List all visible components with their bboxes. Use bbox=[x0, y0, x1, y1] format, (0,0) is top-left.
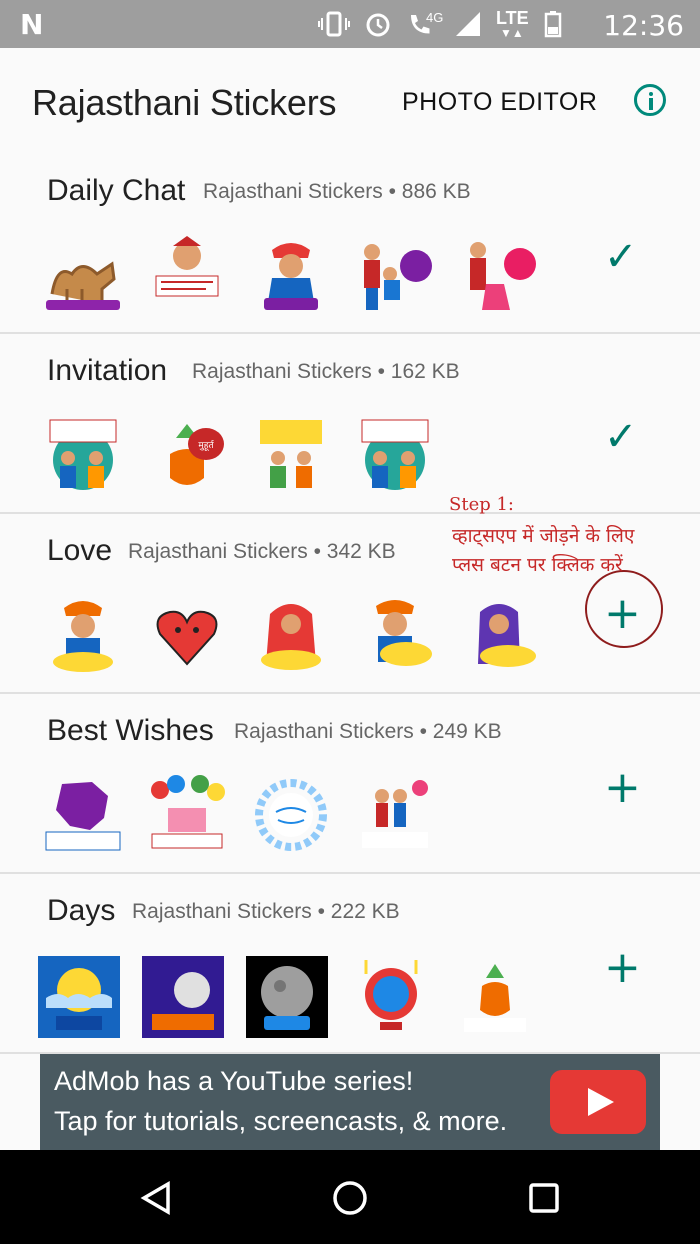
system-nav-bar bbox=[0, 1150, 700, 1244]
added-check-icon: ✓ bbox=[604, 414, 638, 460]
sticker-moon-image bbox=[246, 956, 328, 1038]
pack-name: Love bbox=[47, 534, 113, 567]
photo-editor-button[interactable]: PHOTO EDITOR bbox=[402, 88, 597, 117]
ad-line-2: Tap for tutorials, screencasts, & more. bbox=[54, 1106, 508, 1136]
sticker-invite-couple-2-image bbox=[361, 419, 429, 490]
sticker-rajasthan-map-image bbox=[45, 782, 121, 851]
add-pack-button[interactable]: + bbox=[604, 946, 641, 990]
sticker-happy-birthday-image bbox=[255, 779, 327, 851]
annotation-step-label: Step 1: bbox=[449, 494, 514, 515]
added-check-icon: ✓ bbox=[604, 234, 638, 280]
sticker-heart-image bbox=[156, 610, 218, 666]
lte-icon: LTE ▼▲ bbox=[496, 8, 529, 40]
pack-meta: Rajasthani Stickers • 249 KB bbox=[234, 720, 502, 743]
sticker-pack-love[interactable]: Love Rajasthani Stickers • 342 KB + व्हा… bbox=[0, 514, 700, 694]
annotation-line-1: व्हाट्सएप में जोड़ने के लिए bbox=[452, 525, 635, 547]
pack-name: Days bbox=[47, 894, 116, 927]
annotation-line-2: प्लस बटन पर क्लिक करें bbox=[452, 554, 623, 576]
sticker-ram-ram-image bbox=[264, 243, 318, 310]
alarm-icon bbox=[366, 13, 390, 37]
clock: 12:36 bbox=[603, 9, 684, 42]
home-icon[interactable] bbox=[332, 1180, 368, 1216]
vibrate-icon bbox=[318, 11, 350, 37]
sticker-woman-image bbox=[478, 604, 536, 667]
sticker-invite-seated-image bbox=[260, 420, 322, 488]
pack-meta: Rajasthani Stickers • 222 KB bbox=[132, 900, 400, 923]
sticker-pack-days[interactable]: Days Rajasthani Stickers • 222 KB + bbox=[0, 874, 700, 1054]
sticker-kalash-image: मुहूर्त bbox=[170, 424, 224, 485]
back-icon[interactable] bbox=[138, 1180, 174, 1216]
ad-banner[interactable]: AdMob has a YouTube series! Tap for tuto… bbox=[40, 1054, 660, 1150]
pack-meta: Rajasthani Stickers • 342 KB bbox=[128, 540, 396, 563]
pack-meta: Rajasthani Stickers • 886 KB bbox=[203, 180, 471, 203]
sticker-camel-image bbox=[46, 261, 120, 310]
highlight-circle bbox=[585, 570, 663, 648]
sticker-birthday-cake-image bbox=[151, 775, 225, 849]
sticker-man-turban-image bbox=[53, 601, 113, 672]
network-label: 4G bbox=[426, 10, 444, 25]
pack-name: Best Wishes bbox=[47, 714, 214, 747]
pack-name: Invitation bbox=[47, 354, 168, 387]
sticker-couple-balloons-image bbox=[362, 780, 428, 848]
sticker-labh-pancham-image bbox=[464, 964, 526, 1032]
sticker-thumbnails bbox=[38, 956, 536, 1038]
battery-icon bbox=[544, 11, 562, 38]
sticker-thumbnails bbox=[42, 774, 436, 856]
youtube-play-icon[interactable] bbox=[550, 1070, 646, 1134]
sticker-king-image bbox=[155, 236, 219, 297]
ad-line-1: AdMob has a YouTube series! bbox=[54, 1066, 414, 1096]
sticker-woman-veil-image bbox=[261, 604, 321, 670]
sticker-pack-best-wishes[interactable]: Best Wishes Rajasthani Stickers • 249 KB… bbox=[0, 694, 700, 874]
sticker-pranam-image bbox=[364, 244, 432, 310]
sticker-thumbnails bbox=[42, 234, 540, 316]
sticker-pranam-woman-image bbox=[470, 242, 536, 310]
app-bar: Rajasthani Stickers PHOTO EDITOR bbox=[0, 48, 700, 154]
call-4g-icon: 4G bbox=[406, 10, 444, 38]
page-title: Rajasthani Stickers bbox=[32, 82, 337, 123]
notification-icon: N bbox=[20, 8, 44, 41]
sticker-amavasya-image bbox=[142, 956, 224, 1038]
sticker-thumbnails: मुहूर्त bbox=[42, 414, 436, 496]
recents-icon[interactable] bbox=[528, 1182, 560, 1214]
info-icon[interactable] bbox=[634, 84, 666, 116]
sticker-thumbnails bbox=[42, 594, 540, 676]
status-bar: N 4G LTE ▼▲ 12:36 bbox=[0, 0, 700, 48]
sticker-chaudas-image bbox=[364, 960, 418, 1030]
signal-icon bbox=[456, 12, 480, 36]
pack-name: Daily Chat bbox=[47, 174, 186, 207]
status-icons: 4G LTE ▼▲ bbox=[318, 8, 562, 40]
sticker-pack-invitation[interactable]: Invitation Rajasthani Stickers • 162 KB … bbox=[0, 334, 700, 515]
add-pack-button[interactable]: + bbox=[604, 766, 641, 810]
sticker-man-turban-2-image bbox=[376, 600, 432, 666]
sticker-invite-couple-image bbox=[49, 419, 117, 490]
pack-meta: Rajasthani Stickers • 162 KB bbox=[192, 360, 460, 383]
sticker-purnima-image bbox=[38, 956, 120, 1038]
sticker-pack-daily-chat[interactable]: Daily Chat Rajasthani Stickers • 886 KB … bbox=[0, 154, 700, 334]
